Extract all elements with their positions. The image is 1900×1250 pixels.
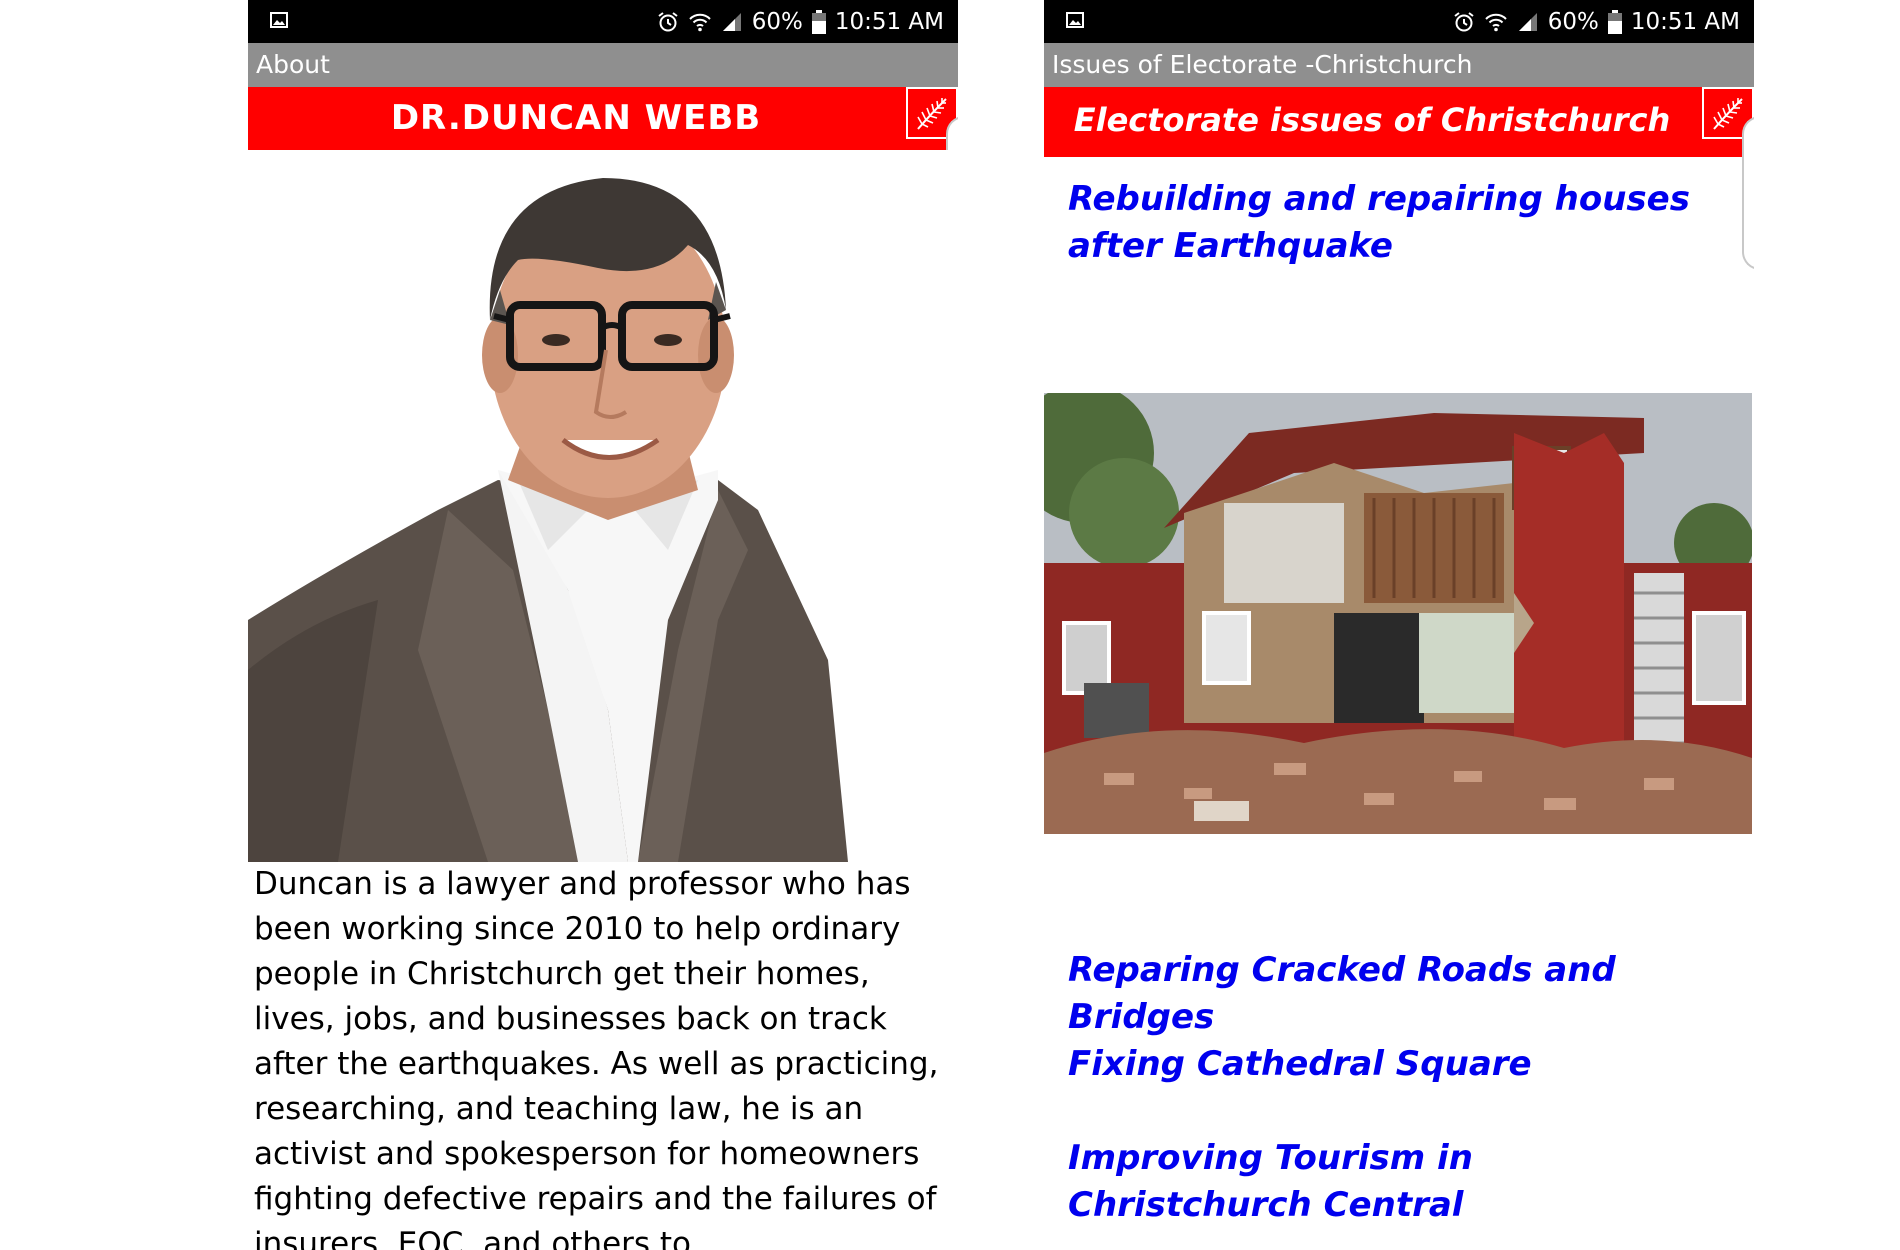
wifi-icon [1484, 13, 1507, 31]
signal-icon [1518, 12, 1537, 31]
battery-percent: 60% [1547, 8, 1599, 35]
alarm-icon [1454, 11, 1474, 31]
battery-icon [1607, 9, 1622, 34]
clock: 10:51 AM [1630, 8, 1740, 35]
gallery-icon [1066, 12, 1084, 28]
clock: 10:51 AM [834, 8, 944, 35]
status-bar: 60% 10:51 AM [1044, 0, 1754, 43]
earthquake-damage-photo [1044, 393, 1752, 834]
portrait-photo [248, 150, 958, 862]
header-title: Electorate issues of Christchurch [1073, 101, 1671, 139]
issues-header: Electorate issues of Christchurch [1044, 87, 1754, 157]
issue-link-tourism[interactable]: Improving Tourism in Christchurch Centra… [1068, 1135, 1728, 1229]
issues-screen: 60% 10:51 AM Issues of Electorate -Chris… [1044, 0, 1754, 1250]
status-bar: 60% 10:51 AM [248, 0, 958, 43]
about-screen: 60% 10:51 AM About DR.DUNCAN WEBB Duncan… [248, 0, 958, 1250]
alarm-icon [658, 11, 678, 31]
bio-text: Duncan is a lawyer and professor who has… [254, 866, 939, 1250]
wifi-icon [688, 13, 711, 31]
battery-percent: 60% [751, 8, 803, 35]
title-bar: About [248, 43, 958, 87]
issue-link-roads[interactable]: Reparing Cracked Roads and Bridges [1068, 947, 1728, 1041]
about-header: DR.DUNCAN WEBB [248, 87, 958, 150]
signal-icon [722, 12, 741, 31]
issue-link-cathedral[interactable]: Fixing Cathedral Square [1068, 1041, 1728, 1088]
battery-icon [811, 9, 826, 34]
gallery-icon [270, 12, 288, 28]
drawer-handle[interactable] [1742, 116, 1754, 270]
title-bar: Issues of Electorate -Christchurch [1044, 43, 1754, 87]
header-title: DR.DUNCAN WEBB [390, 98, 762, 138]
issue-link-rebuilding[interactable]: Rebuilding and repairing houses after Ea… [1068, 176, 1728, 270]
